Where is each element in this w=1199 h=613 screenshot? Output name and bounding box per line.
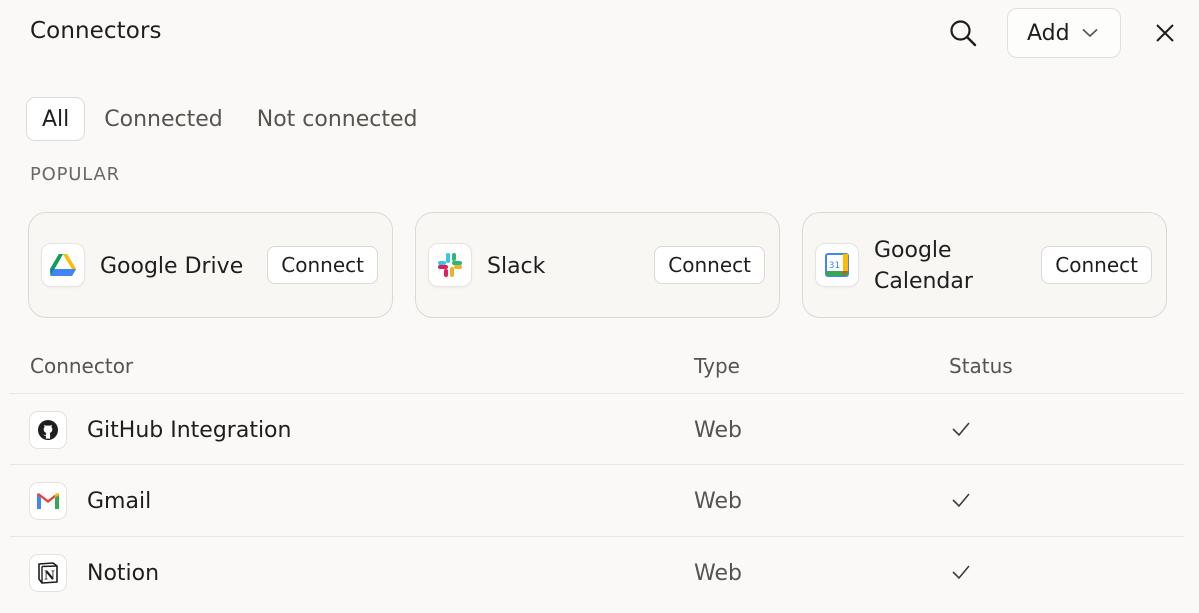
connect-button-google-calendar[interactable]: Connect [1041,246,1152,284]
checkmark-icon [952,422,970,437]
connector-type: Web [694,488,742,514]
checkmark-icon [952,493,970,508]
chevron-down-icon [1082,28,1098,38]
connector-card-name: Google Drive [100,253,244,279]
table-row[interactable]: GitHub Integration Web [10,393,1184,465]
connector-card-name-text: Google Calendar [874,238,973,294]
popular-section-label: POPULAR [30,164,120,185]
column-header-type: Type [694,354,740,378]
connector-card-slack: Slack Connect [415,212,780,318]
filter-tabs: All Connected Not connected [26,97,435,141]
connect-button-google-drive[interactable]: Connect [267,246,378,284]
tab-not-connected[interactable]: Not connected [240,97,435,141]
connector-card-google-calendar: 31 Google Calendar Connect [802,212,1167,318]
google-calendar-icon: 31 [815,243,859,287]
gmail-icon [29,482,67,520]
search-icon [950,20,977,47]
connector-card-name: Slack [487,253,546,279]
checkmark-icon [952,565,970,580]
page-title: Connectors [30,18,162,44]
notion-icon-letter: N [44,569,55,583]
column-header-connector: Connector [30,354,134,378]
connector-card-name: Google Calendar [874,213,973,319]
connector-name: GitHub Integration [87,417,292,443]
connector-type: Web [694,560,742,586]
notion-icon: N [29,554,67,592]
connect-button-slack[interactable]: Connect [654,246,765,284]
google-drive-icon [41,243,85,287]
add-button-label: Add [1027,20,1070,46]
search-button[interactable] [944,14,982,52]
connector-name: Gmail [87,488,152,514]
add-button[interactable]: Add [1007,8,1121,58]
calendar-icon-date: 31 [829,261,840,271]
table-row[interactable]: N Notion Web [10,536,1184,608]
github-icon [29,411,67,449]
table-row[interactable]: Gmail Web [10,464,1184,536]
slack-icon [428,243,472,287]
column-header-status: Status [949,354,1013,378]
tab-all[interactable]: All [26,97,86,141]
close-button[interactable] [1150,18,1180,48]
close-icon [1156,24,1174,42]
connector-name: Notion [87,560,160,586]
tab-connected[interactable]: Connected [87,97,239,141]
connector-card-google-drive: Google Drive Connect [28,212,393,318]
connector-type: Web [694,417,742,443]
